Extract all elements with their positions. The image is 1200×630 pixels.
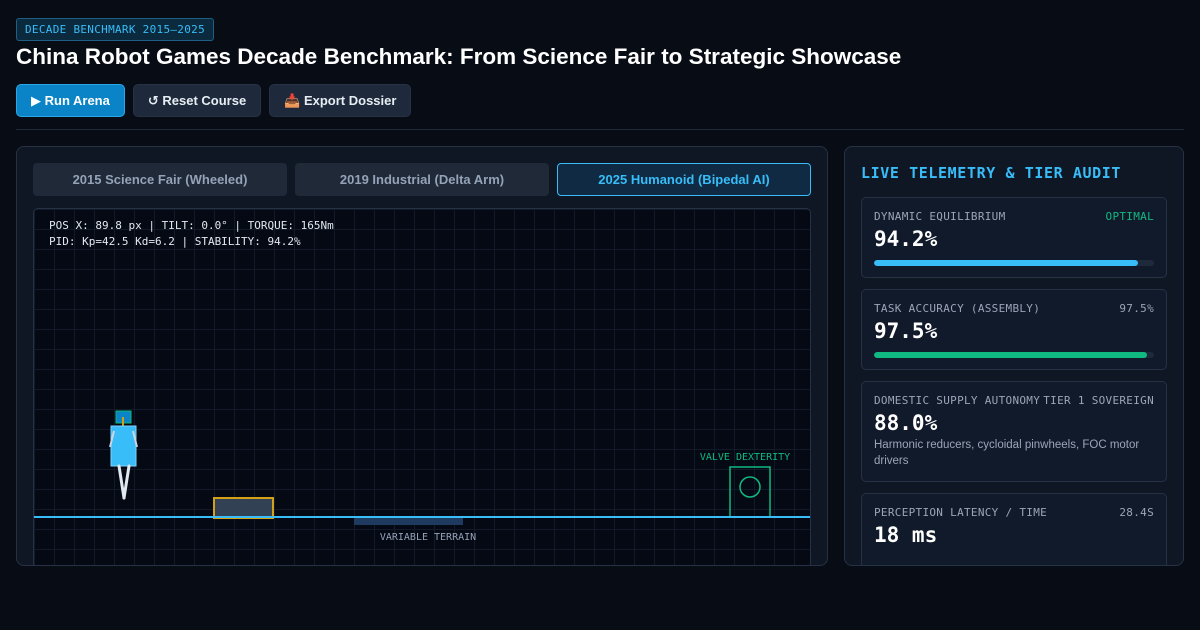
metric-card-latency: PERCEPTION LATENCY / TIME 28.4S 18 ms [861,493,1167,565]
era-tabs: 2015 Science Fair (Wheeled) 2019 Industr… [33,163,811,196]
metric-status: OPTIMAL [1105,210,1154,223]
valve-label: VALVE DEXTERITY [700,452,790,463]
metric-value: 97.5% [874,319,938,343]
metric-status: 28.4S [1119,506,1154,519]
metric-status: 97.5% [1119,302,1154,315]
header-divider [16,129,1184,130]
metric-value: 94.2% [874,227,938,251]
metric-label: DOMESTIC SUPPLY AUTONOMY [874,394,1041,407]
variable-terrain-pad [354,518,463,525]
tab-2025-humanoid[interactable]: 2025 Humanoid (Bipedal AI) [557,163,811,196]
humanoid-robot-icon [109,410,138,500]
tab-2015-science-fair[interactable]: 2015 Science Fair (Wheeled) [33,163,287,196]
metric-label: PERCEPTION LATENCY / TIME [874,506,1048,519]
reset-course-button[interactable]: ↺ Reset Course [132,84,262,117]
metric-value: 88.0% [874,411,938,435]
valve-wheel-icon [739,476,761,498]
telemetry-title: LIVE TELEMETRY & TIER AUDIT [861,164,1122,182]
toolbar: ▶ Run Arena ↺ Reset Course 📥 Export Doss… [16,84,412,117]
metric-status: TIER 1 SOVEREIGN [1043,394,1154,407]
metric-card-supply: DOMESTIC SUPPLY AUTONOMY TIER 1 SOVEREIG… [861,381,1167,482]
export-dossier-button[interactable]: 📥 Export Dossier [269,84,412,117]
metric-progress-bar [874,260,1154,266]
arena-canvas[interactable]: POS X: 89.8 px | TILT: 0.0° | TORQUE: 16… [33,208,811,565]
metric-progress-bar [874,352,1154,358]
run-arena-button[interactable]: ▶ Run Arena [16,84,125,117]
metric-label: TASK ACCURACY (ASSEMBLY) [874,302,1041,315]
valve-station [729,466,771,518]
decade-badge: DECADE BENCHMARK 2015–2025 [16,18,214,41]
arena-scene: VARIABLE TERRAIN VALVE DEXTERITY [34,410,810,543]
page-title: China Robot Games Decade Benchmark: From… [16,44,902,69]
arena-panel: 2015 Science Fair (Wheeled) 2019 Industr… [16,146,828,566]
metric-card-accuracy: TASK ACCURACY (ASSEMBLY) 97.5% 97.5% [861,289,1167,370]
terrain-label: VARIABLE TERRAIN [380,532,476,543]
metric-progress-fill [874,352,1147,358]
metric-note: Harmonic reducers, cycloidal pinwheels, … [874,439,1140,467]
tab-2019-industrial[interactable]: 2019 Industrial (Delta Arm) [295,163,549,196]
metric-progress-fill [874,260,1138,266]
metric-label: DYNAMIC EQUILIBRIUM [874,210,1006,223]
metric-card-equilibrium: DYNAMIC EQUILIBRIUM OPTIMAL 94.2% [861,197,1167,278]
obstacle-block [213,497,274,519]
telemetry-panel: LIVE TELEMETRY & TIER AUDIT DYNAMIC EQUI… [844,146,1184,566]
metric-value: 18 ms [874,523,938,547]
